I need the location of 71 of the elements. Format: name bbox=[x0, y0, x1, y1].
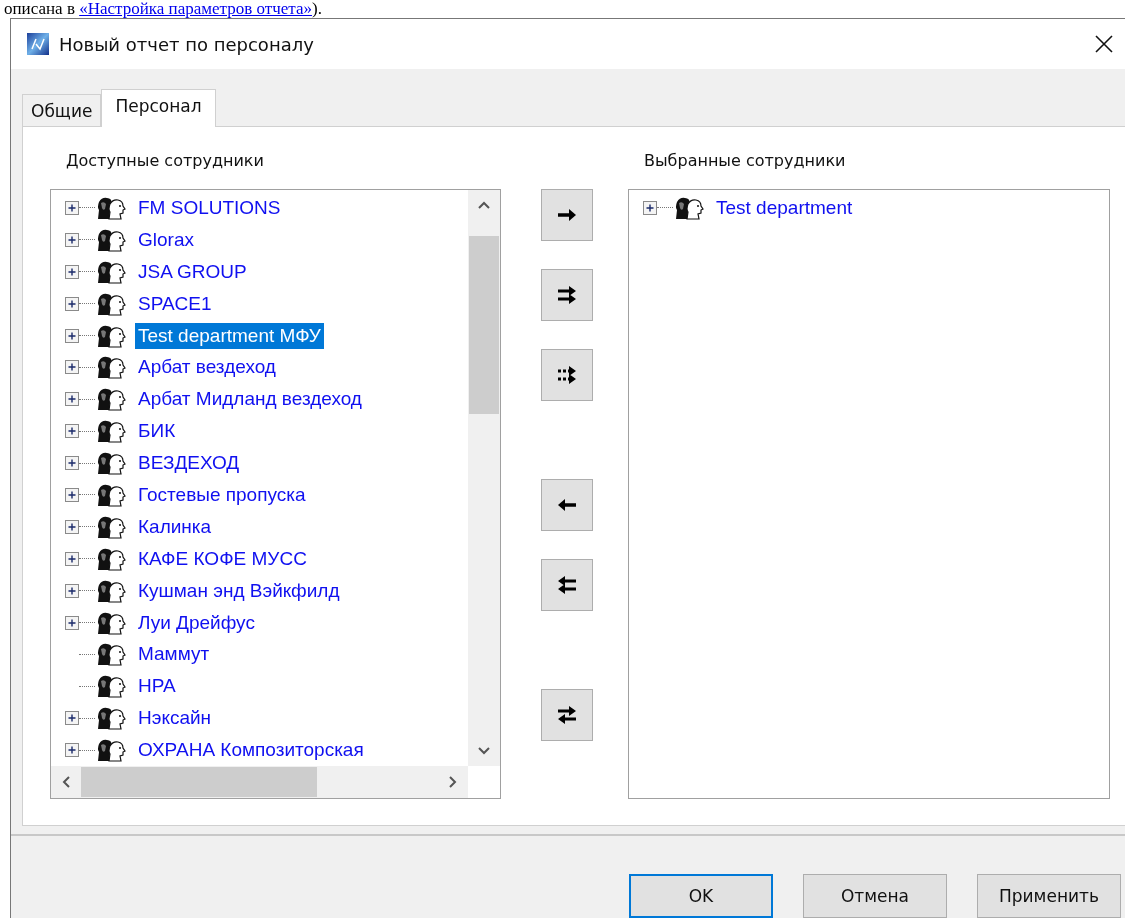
expand-icon bbox=[65, 200, 79, 215]
people-icon bbox=[95, 673, 127, 700]
dialog-button[interactable]: Применить bbox=[977, 874, 1121, 918]
expand-icon bbox=[65, 296, 79, 311]
tree-item[interactable]: БИК bbox=[135, 418, 179, 445]
document-text: описана в «Настройка параметров отчета»). bbox=[3, 0, 323, 18]
tab[interactable]: Общие bbox=[22, 94, 102, 126]
expand-icon bbox=[65, 519, 79, 534]
expand-icon bbox=[65, 743, 79, 758]
move-button[interactable] bbox=[541, 189, 593, 241]
people-icon bbox=[95, 418, 127, 445]
people-icon bbox=[95, 450, 127, 477]
close-icon bbox=[1094, 34, 1114, 54]
chevron-up-icon bbox=[477, 200, 491, 210]
tree-item[interactable]: ОХРАНА Композиторская bbox=[135, 737, 367, 764]
move-button[interactable] bbox=[541, 689, 593, 741]
tree-item[interactable]: Test department МФУ bbox=[135, 322, 324, 349]
expand-icon bbox=[65, 456, 79, 471]
tree-item[interactable]: Нэксайн bbox=[135, 705, 215, 732]
scrollbar-thumb[interactable] bbox=[81, 767, 317, 797]
tree-item[interactable]: Калинка bbox=[135, 513, 215, 540]
tree-item[interactable]: НРА bbox=[135, 673, 179, 700]
expand-icon bbox=[65, 551, 79, 566]
tab[interactable]: Персонал bbox=[101, 89, 216, 127]
tree-item[interactable]: КАФЕ КОФЕ МУСС bbox=[135, 545, 310, 572]
tree-item[interactable]: Маммут bbox=[135, 641, 213, 668]
move-button[interactable] bbox=[541, 559, 593, 611]
tree-item[interactable]: ВЕЗДЕХОД bbox=[135, 450, 243, 477]
expand-icon bbox=[65, 615, 79, 630]
move-button[interactable] bbox=[541, 269, 593, 321]
tree-item[interactable]: Glorax bbox=[135, 226, 197, 253]
people-icon bbox=[95, 354, 127, 381]
expand-icon bbox=[65, 424, 79, 439]
vertical-scrollbar[interactable] bbox=[468, 190, 500, 766]
link[interactable]: «Настройка параметров отчета» bbox=[79, 0, 312, 18]
move-button[interactable] bbox=[541, 479, 593, 531]
list-label: Выбранные сотрудники bbox=[643, 151, 847, 172]
horizontal-scrollbar[interactable] bbox=[51, 766, 468, 798]
people-icon bbox=[95, 737, 127, 764]
dialog-button[interactable]: OK bbox=[629, 874, 773, 918]
tree-item[interactable]: Арбат вездеход bbox=[135, 354, 279, 381]
tree-item[interactable]: FM SOLUTIONS bbox=[135, 194, 284, 221]
expand-icon bbox=[65, 360, 79, 375]
chevron-down-icon bbox=[477, 746, 491, 756]
people-icon bbox=[95, 705, 127, 732]
scrollbar-thumb[interactable] bbox=[469, 236, 499, 414]
people-icon bbox=[95, 386, 127, 413]
expand-icon bbox=[65, 264, 79, 279]
tree-item[interactable]: Луи Дрейфус bbox=[135, 609, 258, 636]
chevron-left-icon bbox=[61, 775, 71, 789]
tree-item[interactable]: JSA GROUP bbox=[135, 258, 250, 285]
window-title: Новый отчет по персоналу bbox=[59, 33, 315, 55]
expand-icon bbox=[643, 200, 657, 215]
tree-item[interactable]: SPACE1 bbox=[135, 290, 215, 317]
expand-icon bbox=[65, 583, 79, 598]
move-button[interactable] bbox=[541, 349, 593, 401]
app-logo-icon bbox=[27, 33, 49, 55]
dialog-button[interactable]: Отмена bbox=[803, 874, 947, 918]
expand-icon bbox=[65, 328, 79, 343]
list-label: Доступные сотрудники bbox=[65, 151, 265, 172]
swap-arrows-icon bbox=[555, 703, 579, 727]
expand-icon bbox=[65, 711, 79, 726]
tree-item[interactable]: Гостевые пропуска bbox=[135, 481, 309, 508]
expand-icon bbox=[65, 392, 79, 407]
tree-item[interactable]: Арбат Мидланд вездеход bbox=[135, 386, 365, 413]
tree-item[interactable]: Кушман энд Вэйкфилд bbox=[135, 577, 343, 604]
chevron-right-icon bbox=[448, 775, 458, 789]
expand-icon bbox=[65, 232, 79, 247]
people-icon bbox=[95, 641, 127, 668]
expand-icon bbox=[65, 487, 79, 502]
tree-item[interactable]: Test department bbox=[713, 194, 856, 221]
